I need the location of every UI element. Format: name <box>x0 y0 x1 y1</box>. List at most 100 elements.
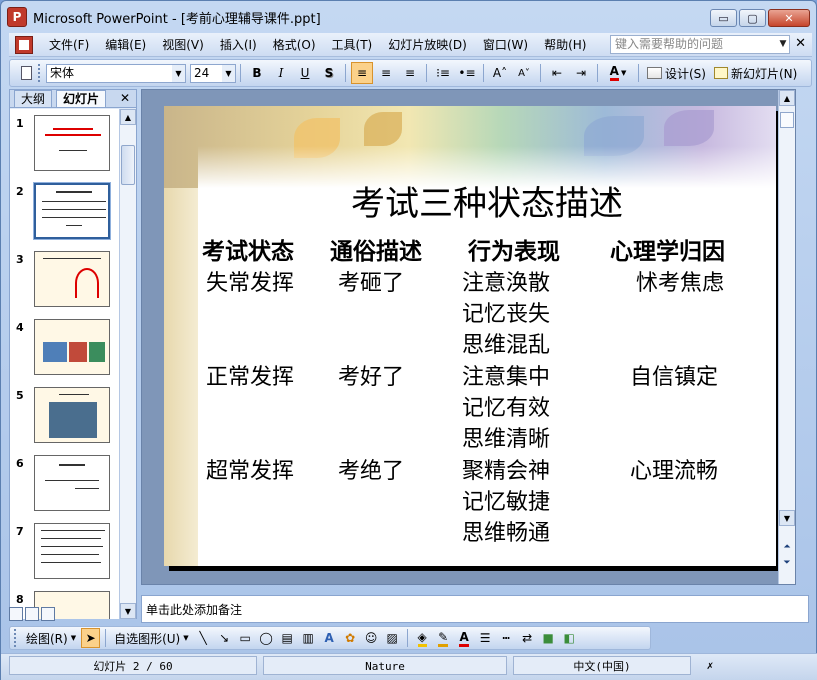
slide-scrollbar[interactable]: ▲ ▼ ⏶ ⏷ <box>778 90 795 584</box>
design-button[interactable]: 设计(S) <box>643 62 710 84</box>
menu-tools[interactable]: 工具(T) <box>324 34 381 56</box>
row1-behavior-3: 思维混乱 <box>462 333 551 358</box>
document-close-button[interactable]: ✕ <box>795 36 806 51</box>
menu-slideshow[interactable]: 幻灯片放映(D) <box>380 34 475 56</box>
shadow-button[interactable]: S <box>318 62 340 84</box>
slide-thumbnail[interactable] <box>34 319 110 375</box>
arrow-tool-button[interactable]: ↘ <box>215 628 234 648</box>
menu-format[interactable]: 格式(O) <box>265 34 324 56</box>
font-size-select[interactable]: 24 ▼ <box>190 63 236 83</box>
shadow-style-button[interactable]: ■ <box>539 628 558 648</box>
slide-number: 7 <box>16 525 24 538</box>
italic-button[interactable]: I <box>270 62 292 84</box>
chevron-down-icon[interactable]: ▼ <box>172 64 185 82</box>
arrow-style-button[interactable]: ⇄ <box>518 628 537 648</box>
scroll-down-icon[interactable]: ▼ <box>779 510 795 526</box>
window-controls: ▭ ▢ ✕ <box>710 9 810 27</box>
rectangle-tool-button[interactable]: ▭ <box>236 628 255 648</box>
decrease-font-button[interactable]: A˅ <box>513 62 535 84</box>
numbering-button[interactable]: ⁝≡ <box>432 62 454 84</box>
draw-menu-button[interactable]: 绘图(R) ▼ <box>22 627 80 649</box>
scroll-thumb[interactable] <box>121 145 135 185</box>
next-slide-icon[interactable]: ⏷ <box>780 556 794 570</box>
picture-button[interactable]: ▨ <box>383 628 402 648</box>
tab-outline[interactable]: 大纲 <box>14 90 53 107</box>
slide-thumbnail[interactable] <box>33 182 111 240</box>
scroll-thumb[interactable] <box>780 112 794 128</box>
bullets-button[interactable]: •≡ <box>456 62 478 84</box>
slide-thumbnail[interactable] <box>34 455 110 511</box>
thumbnail-row[interactable]: 7 <box>14 523 118 583</box>
oval-tool-button[interactable]: ◯ <box>257 628 276 648</box>
scroll-down-icon[interactable]: ▼ <box>120 603 136 619</box>
slide-title[interactable]: 考试三种状态描述 <box>198 176 776 225</box>
bullet-list-icon: •≡ <box>458 66 476 80</box>
maximize-button[interactable]: ▢ <box>739 9 766 27</box>
line-color-button[interactable]: ✎ <box>434 628 453 648</box>
slide-thumbnail[interactable] <box>34 251 110 307</box>
previous-slide-icon[interactable]: ⏶ <box>780 540 794 554</box>
normal-view-icon[interactable] <box>9 607 23 621</box>
close-button[interactable]: ✕ <box>768 9 810 27</box>
document-icon[interactable] <box>15 35 33 54</box>
draw-font-color-button[interactable]: A <box>455 628 474 648</box>
tab-slides[interactable]: 幻灯片 <box>56 90 107 107</box>
menu-file[interactable]: 文件(F) <box>41 34 97 56</box>
align-right-button[interactable]: ≡ <box>399 62 421 84</box>
bold-button[interactable]: B <box>246 62 268 84</box>
toolbar-grip[interactable] <box>14 629 18 647</box>
fill-color-button[interactable]: ◈ <box>413 628 432 648</box>
scroll-up-icon[interactable]: ▲ <box>779 90 795 106</box>
help-search-input[interactable]: 键入需要帮助的问题 <box>610 35 790 54</box>
dash-style-button[interactable]: ┅ <box>497 628 516 648</box>
new-slide-button[interactable]: 新幻灯片(N) <box>710 62 801 84</box>
vertical-textbox-button[interactable]: ▥ <box>299 628 318 648</box>
scroll-up-icon[interactable]: ▲ <box>120 109 136 125</box>
thumbnail-row[interactable]: 2 <box>14 182 118 243</box>
align-center-button[interactable]: ≡ <box>375 62 397 84</box>
increase-indent-button[interactable]: ⇥ <box>570 62 592 84</box>
slideshow-icon[interactable] <box>41 607 55 621</box>
thumbnail-row[interactable]: 1 <box>14 115 118 175</box>
toolbar-grip[interactable] <box>38 64 42 82</box>
textbox-tool-button[interactable]: ▤ <box>278 628 297 648</box>
select-objects-button[interactable]: ➤ <box>81 628 101 648</box>
chevron-down-icon[interactable]: ▼ <box>222 64 235 82</box>
chevron-down-icon[interactable]: ▼ <box>776 35 790 54</box>
menu-edit[interactable]: 编辑(E) <box>97 34 154 56</box>
diagram-button[interactable]: ✿ <box>341 628 360 648</box>
current-slide[interactable]: 考试三种状态描述 考试状态 通俗描述 行为表现 心理学归因 失常发挥 考砸了 注… <box>164 106 776 566</box>
font-name-select[interactable]: 宋体 ▼ <box>46 63 186 83</box>
new-document-button[interactable] <box>15 62 37 84</box>
increase-font-button[interactable]: A˄ <box>489 62 511 84</box>
thumbnail-row[interactable]: 6 <box>14 455 118 515</box>
align-left-button[interactable]: ≡ <box>351 62 373 84</box>
wordart-button[interactable]: A <box>320 628 339 648</box>
line-style-button[interactable]: ☰ <box>476 628 495 648</box>
slide-sorter-icon[interactable] <box>25 607 39 621</box>
menu-view[interactable]: 视图(V) <box>154 34 212 56</box>
line-tool-button[interactable]: ╲ <box>194 628 213 648</box>
thumbnail-row[interactable]: 5 <box>14 387 118 447</box>
spelling-status-icon[interactable]: ✗ <box>695 656 725 675</box>
menu-insert[interactable]: 插入(I) <box>212 34 265 56</box>
status-bar: 幻灯片 2 / 60 Nature 中文(中国) ✗ <box>1 653 817 680</box>
slide-thumbnail[interactable] <box>34 523 110 579</box>
powerpoint-app-icon[interactable]: P <box>7 7 27 27</box>
thumbnail-row[interactable]: 3 <box>14 251 118 311</box>
slide-thumbnail[interactable] <box>34 387 110 443</box>
slide-thumbnail[interactable] <box>34 115 110 171</box>
autoshapes-button[interactable]: 自选图形(U) ▼ <box>110 627 193 649</box>
3d-style-button[interactable]: ◧ <box>560 628 579 648</box>
minimize-button[interactable]: ▭ <box>710 9 737 27</box>
clipart-button[interactable]: ☺ <box>362 628 381 648</box>
menu-help[interactable]: 帮助(H) <box>536 34 594 56</box>
thumbnail-scrollbar[interactable]: ▲ ▼ <box>119 109 136 619</box>
notes-pane[interactable]: 单击此处添加备注 <box>141 595 809 623</box>
decrease-indent-button[interactable]: ⇤ <box>546 62 568 84</box>
panel-close-button[interactable]: ✕ <box>120 91 130 105</box>
font-color-button[interactable]: A ▼ <box>603 62 633 84</box>
underline-button[interactable]: U <box>294 62 316 84</box>
thumbnail-row[interactable]: 4 <box>14 319 118 379</box>
menu-window[interactable]: 窗口(W) <box>475 34 536 56</box>
